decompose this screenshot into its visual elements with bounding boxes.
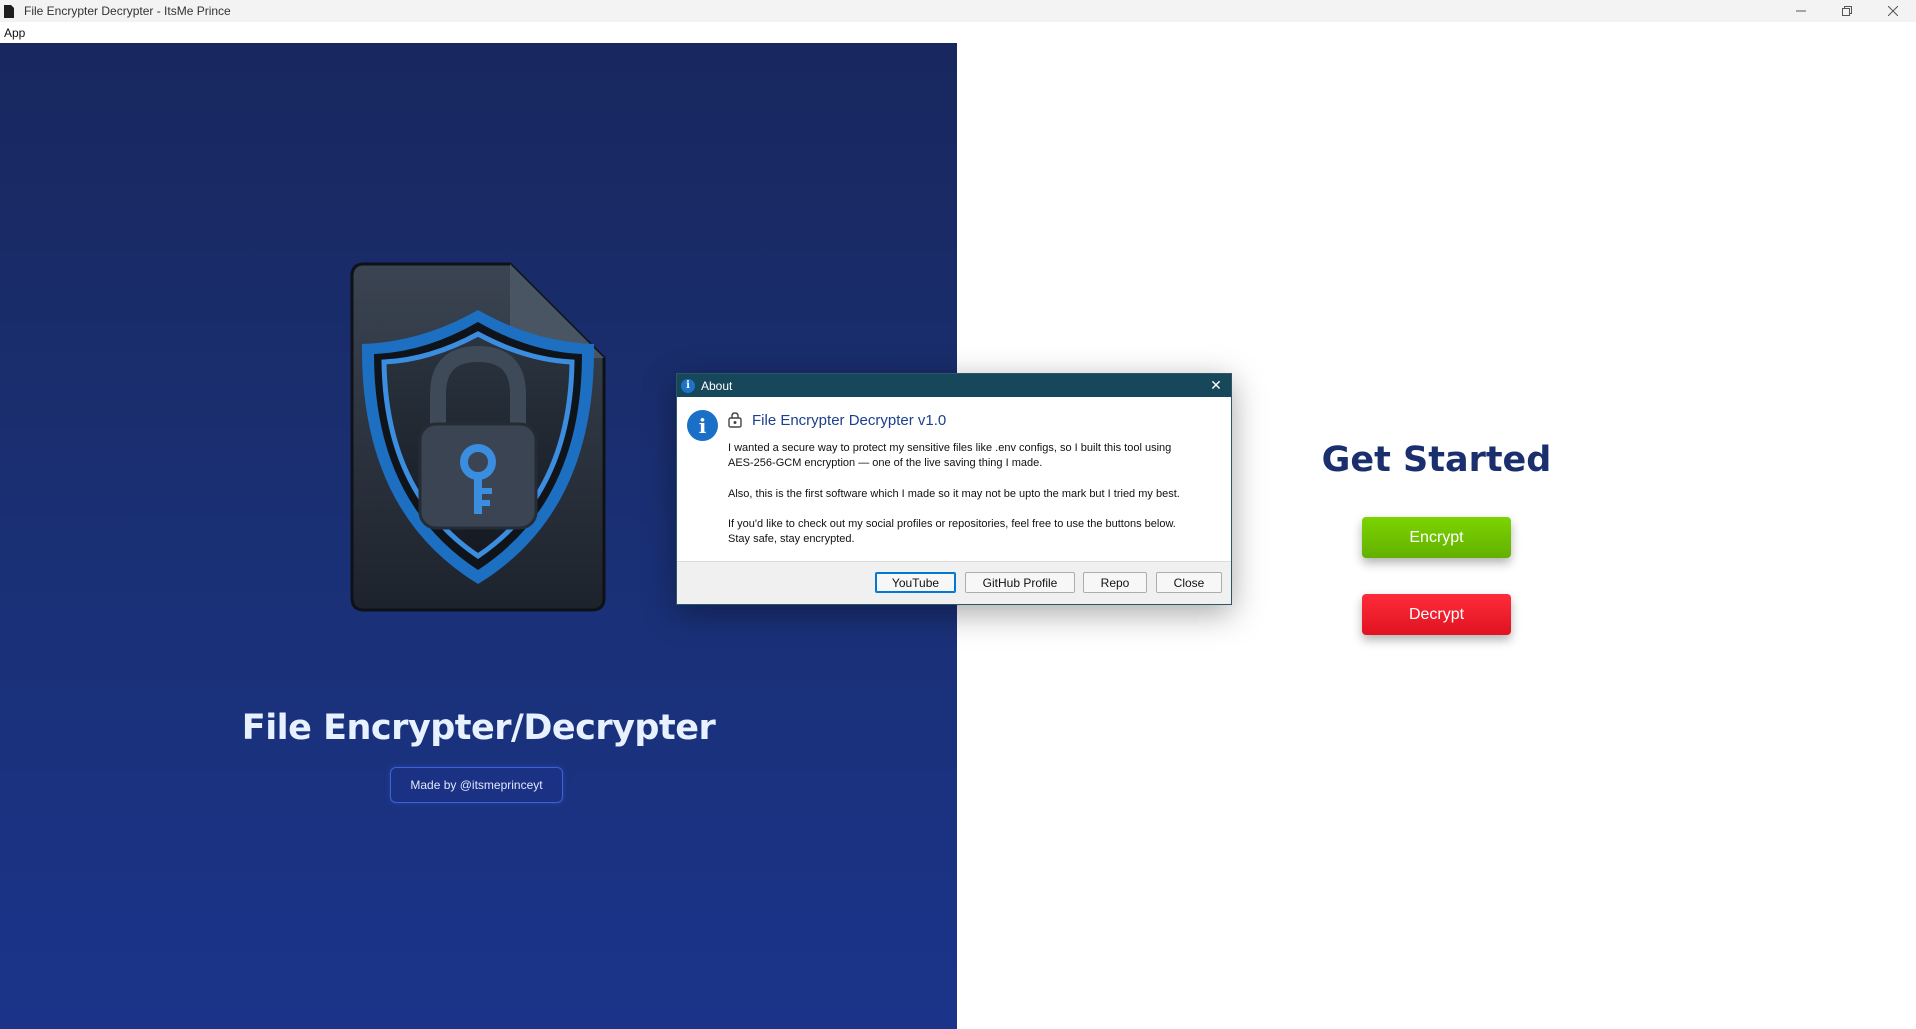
dialog-titlebar: i About ✕	[677, 374, 1231, 397]
close-window-button[interactable]	[1870, 0, 1916, 22]
info-icon: i	[687, 410, 718, 441]
dialog-heading: File Encrypter Decrypter v1.0	[728, 411, 946, 429]
window-controls	[1778, 0, 1916, 22]
restore-icon	[1842, 6, 1852, 16]
dialog-title: About	[701, 378, 733, 393]
app-title: File Encrypter/Decrypter	[241, 708, 716, 748]
lock-icon	[728, 411, 746, 429]
dialog-footer: YouTube GitHub Profile Repo Close	[677, 561, 1231, 604]
menubar: App	[0, 22, 1916, 43]
about-dialog: i About ✕ i File Encrypter Decrypter v1.…	[676, 373, 1232, 605]
repo-button[interactable]: Repo	[1083, 572, 1147, 593]
maximize-button[interactable]	[1824, 0, 1870, 22]
dialog-paragraph-3: If you'd like to check out my social pro…	[728, 517, 1228, 547]
minimize-icon	[1796, 10, 1806, 12]
shield-lock-file-icon	[350, 262, 606, 612]
dialog-paragraph-3-line-2: Stay safe, stay encrypted.	[728, 533, 855, 545]
close-button[interactable]: Close	[1156, 572, 1222, 593]
dialog-heading-text: File Encrypter Decrypter v1.0	[752, 411, 947, 429]
dialog-paragraph-3-line-1: If you'd like to check out my social pro…	[728, 518, 1176, 530]
window-titlebar: File Encrypter Decrypter - ItsMe Prince	[0, 0, 1916, 22]
menu-app[interactable]: App	[0, 26, 29, 40]
close-icon	[1888, 6, 1898, 16]
window-title: File Encrypter Decrypter - ItsMe Prince	[24, 4, 231, 18]
app-file-icon	[4, 4, 16, 18]
decrypt-button[interactable]: Decrypt	[1362, 594, 1511, 635]
dialog-paragraph-1-line-2: AES-256-GCM encryption — one of the live…	[728, 457, 1043, 469]
minimize-button[interactable]	[1778, 0, 1824, 22]
encrypt-button[interactable]: Encrypt	[1362, 517, 1511, 558]
github-profile-button[interactable]: GitHub Profile	[965, 572, 1075, 593]
info-small-icon: i	[681, 378, 695, 393]
dialog-paragraph-1: I wanted a secure way to protect my sens…	[728, 441, 1228, 471]
get-started-heading: Get Started	[1321, 440, 1552, 480]
dialog-paragraph-1-line-1: I wanted a secure way to protect my sens…	[728, 442, 1172, 454]
youtube-button[interactable]: YouTube	[875, 572, 956, 593]
dialog-paragraph-2: Also, this is the first software which I…	[728, 488, 1180, 500]
made-by-link[interactable]: Made by @itsmeprinceyt	[390, 767, 563, 803]
dialog-close-icon[interactable]: ✕	[1207, 376, 1225, 394]
dialog-body: i File Encrypter Decrypter v1.0 I wanted…	[677, 397, 1231, 561]
